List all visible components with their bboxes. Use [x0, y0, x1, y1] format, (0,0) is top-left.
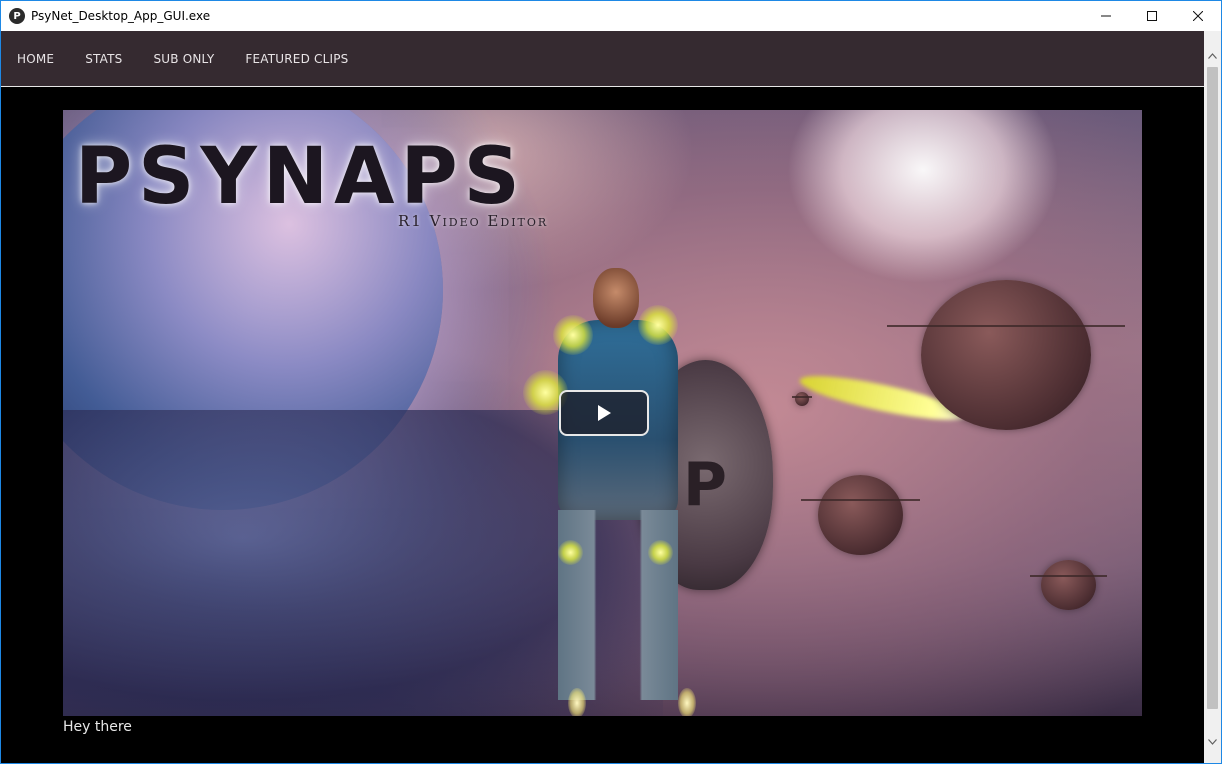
app-logo-icon: P: [9, 8, 25, 24]
maximize-button[interactable]: [1129, 1, 1175, 31]
vertical-scrollbar[interactable]: [1204, 31, 1221, 763]
play-button[interactable]: [559, 390, 649, 436]
window-title: PsyNet_Desktop_App_GUI.exe: [31, 9, 211, 23]
minimize-button[interactable]: [1083, 1, 1129, 31]
close-button[interactable]: [1175, 1, 1221, 31]
video-caption: Hey there: [63, 719, 132, 735]
shield-emblem: P: [683, 450, 727, 520]
airship-large: [887, 280, 1125, 430]
app-window: P PsyNet_Desktop_App_GUI.exe HOME STATS …: [0, 0, 1222, 764]
nav-item-home[interactable]: HOME: [17, 52, 54, 66]
knee-glow-right: [648, 540, 673, 565]
nav-item-featured-clips[interactable]: FEATURED CLIPS: [245, 52, 348, 66]
scroll-down-button[interactable]: [1204, 733, 1221, 750]
window-controls: [1083, 1, 1221, 31]
scroll-thumb[interactable]: [1207, 67, 1218, 709]
hero-legs: [558, 510, 678, 700]
chevron-down-icon: [1208, 738, 1217, 745]
thruster-right: [678, 688, 696, 716]
shoulder-glow-left: [553, 315, 593, 355]
close-icon: [1193, 11, 1203, 21]
airship-small: [1030, 560, 1107, 610]
shoulder-glow-right: [638, 305, 678, 345]
knee-glow-left: [558, 540, 583, 565]
scroll-up-button[interactable]: [1204, 47, 1221, 64]
maximize-icon: [1147, 11, 1157, 21]
title-bar[interactable]: P PsyNet_Desktop_App_GUI.exe: [1, 1, 1221, 31]
video-player[interactable]: PSYNAPS R1 Video Editor P: [63, 110, 1142, 716]
minimize-icon: [1101, 15, 1111, 17]
airship-medium: [801, 475, 920, 555]
airship-tiny: [792, 392, 812, 406]
hero-character-artwork: P: [503, 250, 773, 716]
nav-item-stats[interactable]: STATS: [85, 52, 122, 66]
hero-head: [593, 268, 639, 328]
chevron-up-icon: [1208, 52, 1217, 59]
nav-bar: HOME STATS SUB ONLY FEATURED CLIPS: [1, 31, 1204, 87]
main-content: PSYNAPS R1 Video Editor P Hey there: [1, 88, 1204, 763]
thruster-left: [568, 688, 586, 716]
psynaps-logo: PSYNAPS: [75, 132, 526, 222]
logo-subtitle: R1 Video Editor: [398, 212, 549, 230]
play-icon: [598, 405, 611, 421]
nav-item-sub-only[interactable]: SUB ONLY: [153, 52, 214, 66]
